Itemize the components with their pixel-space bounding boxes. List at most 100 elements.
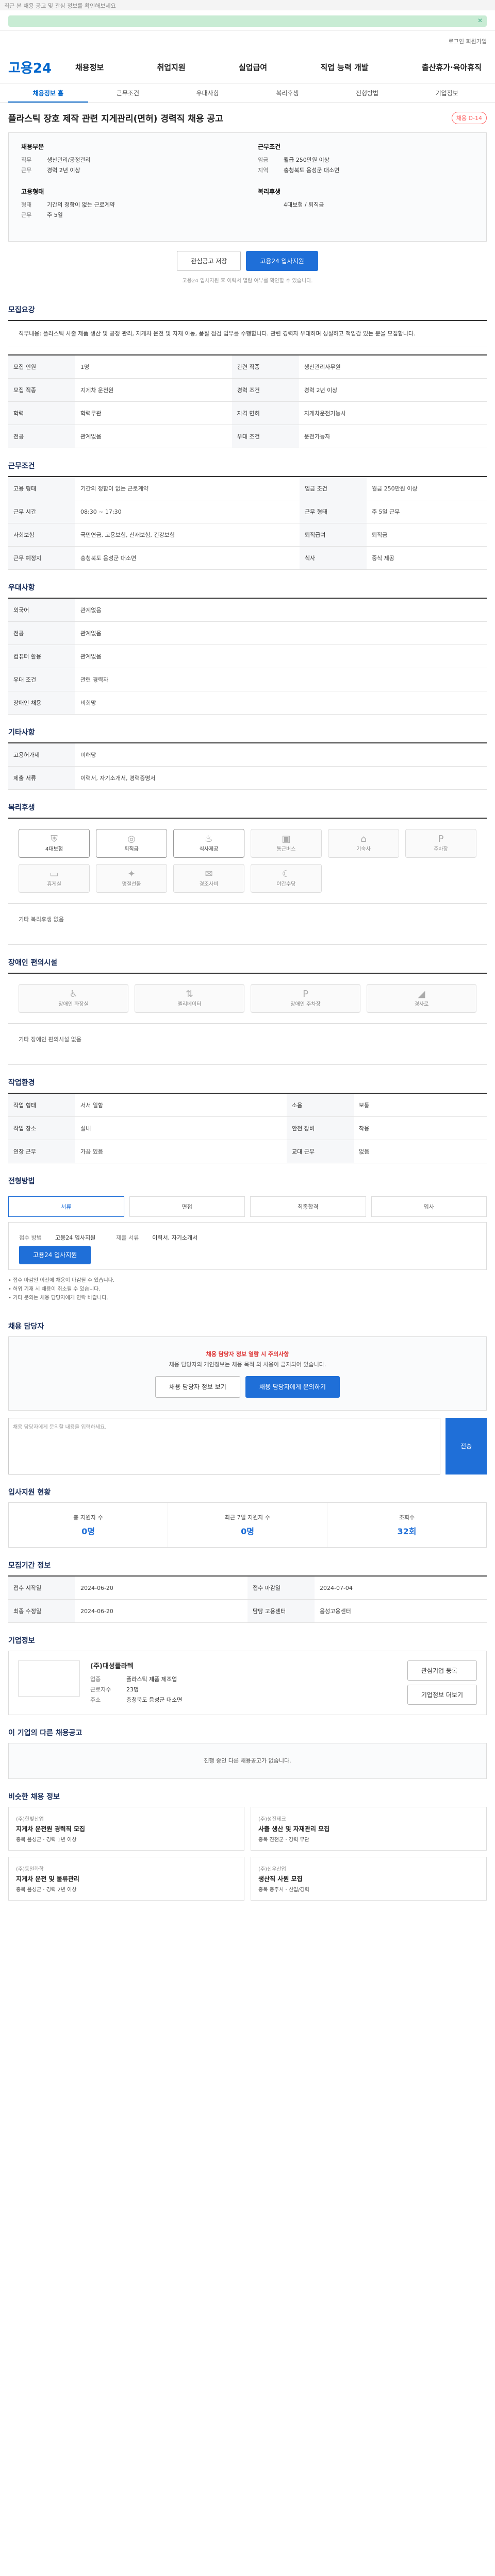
card-company: (주)한빛산업 [16,1817,44,1822]
cell-value: 운전가능자 [299,425,487,448]
section-title-welfare: 복리후생 [8,804,35,812]
welfare-label: 통근버스 [276,846,296,852]
method-key: 접수 방법 [19,1234,42,1241]
gnb-item[interactable]: 실업급여 [234,62,272,73]
summary-heading: 복리후생 [258,188,281,195]
facility-tile: ♿ 장애인 화장실 [19,984,128,1013]
card-company: (주)신우산업 [258,1867,286,1872]
job-card[interactable]: (주)한빛산업 지게차 운전원 경력직 모집 충북 음성군 · 경력 1년 이상 [8,1807,244,1851]
cell-value: 주 5일 근무 [366,500,487,523]
company-more-button[interactable]: 기업정보 더보기 [407,1685,477,1705]
card-title[interactable]: 지게차 운전 및 물류관리 [16,1874,237,1883]
process-steps: 서류 면접 최종합격 입사 [8,1191,487,1222]
tab-home[interactable]: 채용정보 홈 [8,83,88,103]
job-card[interactable]: (주)성진테크 사출 생산 및 자재관리 모집 충북 진천군 · 경력 무관 [251,1807,487,1851]
section-title-process: 전형방법 [8,1177,35,1185]
apply-button-2[interactable]: 고용24 입사지원 [19,1246,91,1264]
summary-heading: 근무조건 [258,143,281,150]
summary-key: 근무 [21,167,32,174]
cell-key: 안전 장비 [287,1116,354,1140]
welfare-label: 휴게실 [47,882,61,887]
gnb-item[interactable]: 채용정보 [70,62,109,73]
welfare-label: 명절선물 [122,882,141,887]
cell-value: 경력 2년 이상 [299,378,487,402]
cell-value: 지게차운전기능사 [299,401,487,425]
stat-value: 0명 [81,1527,95,1536]
gnb-item[interactable]: 직업 능력 개발 [315,62,373,73]
tab-prefer[interactable]: 우대사항 [168,83,248,103]
job-card[interactable]: (주)신우산업 생산직 사원 모집 충북 충주시 · 신입/경력 [251,1857,487,1901]
company-logo [18,1660,80,1697]
apply-method-box: 접수 방법 고용24 입사지원 고용24 입사지원 제출 서류 이력서, 자기소개서 [8,1222,487,1270]
recruit-desc-box: 직무내용: 플라스틱 사출 제품 생산 및 공정 관리, 지게차 운전 및 자재… [8,320,487,347]
cell-value: 생산관리사무원 [299,355,487,379]
summary-value: 주 5일 [47,212,63,218]
cell-value: 2024-06-20 [75,1576,248,1600]
cell-key: 모집 인원 [8,355,75,379]
company-name: (주)대성플라텍 [90,1663,134,1670]
announcement-pill[interactable]: ✕ [8,15,487,27]
save-button[interactable]: 관심공고 저장 [177,251,241,271]
envelope-icon: ✉ [205,869,213,879]
cell-key: 관련 직종 [232,355,299,379]
notice-item: 허위 기재 시 채용이 취소될 수 있습니다. [8,1285,487,1294]
shield-icon: ⛨ [51,834,58,844]
disabled-note: 기타 장애인 편의시설 없음 [8,1024,487,1065]
company-key: 업종 [90,1676,101,1683]
card-title[interactable]: 생산직 사원 모집 [258,1874,479,1883]
cell-value: 착용 [354,1116,487,1140]
qa-textarea[interactable]: 채용 담당자에게 문의할 내용을 입력하세요. [8,1418,440,1475]
tab-conditions[interactable]: 근무조건 [88,83,168,103]
util-links[interactable]: 로그인 회원가입 [0,31,495,52]
section-title-disabled: 장애인 편의시설 [8,959,58,967]
cell-value: 비희망 [75,691,487,715]
company-key: 주소 [90,1697,101,1703]
tab-company[interactable]: 기업정보 [407,83,487,103]
cell-value: 관계없음 [75,598,487,622]
bus-icon: ▣ [282,834,291,844]
card-title[interactable]: 지게차 운전원 경력직 모집 [16,1824,237,1833]
cell-key: 제출 서류 [8,766,75,790]
stat-cell: 최근 7일 지원자 수 0명 [168,1503,327,1547]
section-title-related: 이 기업의 다른 채용공고 [8,1729,82,1737]
summary-key: 임금 [258,157,269,163]
cell-value: 미해당 [75,743,487,767]
close-icon[interactable]: ✕ [477,17,483,24]
notice-item: 접수 마감일 이전에 채용이 마감될 수 있습니다. [8,1276,487,1285]
cell-key: 우대 조건 [8,668,75,691]
summary-key [258,200,284,210]
follow-company-button[interactable]: 관심기업 등록 [407,1660,477,1681]
cell-key: 근무 형태 [299,500,367,523]
send-button[interactable]: 전송 [446,1418,487,1475]
stat-label: 조회수 [399,1514,415,1521]
ask-contact-button[interactable]: 채용 담당자에게 문의하기 [245,1376,340,1398]
cell-key: 우대 조건 [232,425,299,448]
cell-key: 퇴직급여 [299,523,367,547]
welfare-tile: ▣ 통근버스 [251,829,322,858]
cell-value: 퇴직금 [366,523,487,547]
section-title-qa: 채용 담당자 [8,1323,44,1331]
announcement-bar: ✕ [0,10,495,31]
stat-value: 32회 [397,1527,417,1536]
welfare-tile: ◎ 퇴직금 [96,829,167,858]
card-title[interactable]: 사출 생산 및 자재관리 모집 [258,1824,479,1833]
cell-key: 작업 형태 [8,1093,75,1117]
moon-icon: ☾ [282,869,291,879]
tab-process[interactable]: 전형방법 [327,83,407,103]
stat-label: 총 지원자 수 [73,1514,103,1521]
home-icon: ⌂ [360,834,367,844]
cell-value: 학력무관 [75,401,232,425]
summary-value: 월급 250만원 이상 [284,157,329,163]
view-contact-button[interactable]: 채용 담당자 정보 보기 [155,1376,240,1398]
site-logo[interactable]: 고용24 [8,58,70,77]
welfare-label: 기숙사 [356,846,371,852]
parking-icon: P [438,834,444,844]
cell-value: 기간의 정함이 없는 근로계약 [75,477,300,500]
apply-button[interactable]: 고용24 입사지원 [246,251,318,271]
tab-welfare[interactable]: 복리후생 [248,83,327,103]
cell-value: 관계없음 [75,621,487,645]
gnb-item[interactable]: 출산휴가·육아휴직 [417,62,487,73]
welfare-tile: ♨ 식사제공 [173,829,244,858]
gnb-item[interactable]: 취업지원 [152,62,190,73]
job-card[interactable]: (주)동일화학 지게차 운전 및 물류관리 충북 음성군 · 경력 2년 이상 [8,1857,244,1901]
